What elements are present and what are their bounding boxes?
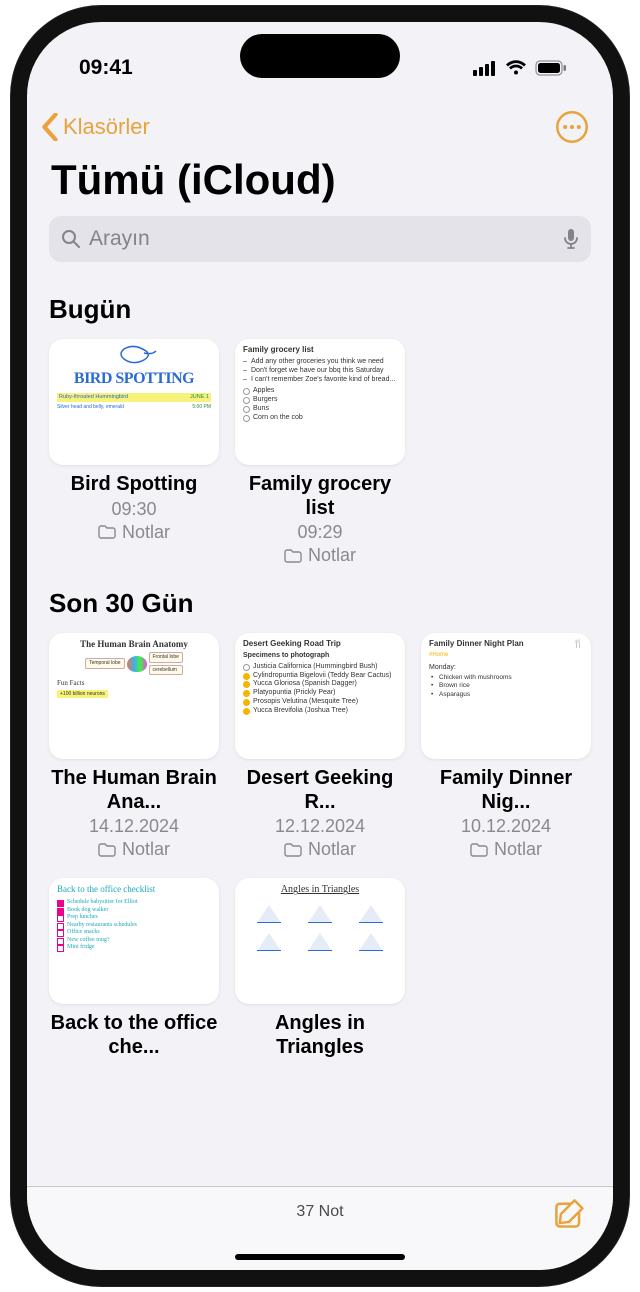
note-title: Bird Spotting <box>49 473 219 497</box>
note-time: 10.12.2024 <box>421 816 591 837</box>
note-title: Back to the office che... <box>49 1012 219 1059</box>
folder-icon <box>98 525 116 539</box>
note-thumbnail: Family grocery list Add any other grocer… <box>235 339 405 465</box>
navigation-bar: Klasörler <box>27 100 613 148</box>
search-placeholder: Arayın <box>89 227 555 251</box>
note-card[interactable]: Family grocery list Add any other grocer… <box>235 339 405 566</box>
triangle-illustration <box>257 905 281 923</box>
triangle-illustration <box>308 905 332 923</box>
note-time: 09:29 <box>235 522 405 543</box>
notes-count: 37 Not <box>296 1203 343 1221</box>
search-icon <box>61 229 81 249</box>
page-title: Tümü (iCloud) <box>27 148 613 216</box>
note-title: The Human Brain Ana... <box>49 767 219 814</box>
note-title: Desert Geeking R... <box>235 767 405 814</box>
note-thumbnail: Family Dinner Night Plan 🍴 #Home Monday:… <box>421 633 591 759</box>
triangle-illustration <box>359 905 383 923</box>
recipe-icon: 🍴 <box>573 639 583 649</box>
triangle-illustration <box>308 933 332 951</box>
home-indicator[interactable] <box>235 1254 405 1260</box>
note-thumbnail: Back to the office checklist Schedule ba… <box>49 878 219 1004</box>
note-card[interactable]: BIRD SPOTTING Ruby-throated HummingbirdJ… <box>49 339 219 566</box>
triangle-illustration <box>257 933 281 951</box>
folder-icon <box>98 843 116 857</box>
note-folder: Notlar <box>235 839 405 860</box>
screen: 09:41 Klasörler Tümü (iCloud) Arayın <box>27 22 613 1270</box>
triangle-illustration <box>359 933 383 951</box>
note-card[interactable]: The Human Brain Anatomy Temporal lobe Fr… <box>49 633 219 860</box>
chevron-left-icon <box>39 113 61 141</box>
note-time: 12.12.2024 <box>235 816 405 837</box>
cellular-icon <box>473 60 497 76</box>
note-folder: Notlar <box>235 545 405 566</box>
notes-scroll-area[interactable]: Bugün BIRD SPOTTING Ruby-throated Hummin… <box>27 272 613 1186</box>
back-button[interactable]: Klasörler <box>39 113 150 141</box>
wifi-icon <box>505 60 527 76</box>
status-icons <box>473 60 567 76</box>
dynamic-island <box>240 34 400 78</box>
brain-illustration <box>127 656 147 672</box>
note-card[interactable]: Back to the office checklist Schedule ba… <box>49 878 219 1059</box>
search-field[interactable]: Arayın <box>49 216 591 262</box>
note-folder: Notlar <box>49 839 219 860</box>
status-time: 09:41 <box>79 56 133 80</box>
compose-button[interactable] <box>553 1197 587 1231</box>
phone-frame: 09:41 Klasörler Tümü (iCloud) Arayın <box>11 6 629 1286</box>
last30-grid: The Human Brain Anatomy Temporal lobe Fr… <box>49 633 591 1059</box>
dictation-icon[interactable] <box>563 228 579 250</box>
bottom-toolbar: 37 Not <box>27 1186 613 1270</box>
section-heading-today: Bugün <box>49 294 591 325</box>
note-thumbnail: The Human Brain Anatomy Temporal lobe Fr… <box>49 633 219 759</box>
note-title: Family Dinner Nig... <box>421 767 591 814</box>
note-card[interactable]: Desert Geeking Road Trip Specimens to ph… <box>235 633 405 860</box>
note-card[interactable]: Family Dinner Night Plan 🍴 #Home Monday:… <box>421 633 591 860</box>
battery-icon <box>535 60 567 76</box>
note-title: Family grocery list <box>235 473 405 520</box>
note-thumbnail: BIRD SPOTTING Ruby-throated HummingbirdJ… <box>49 339 219 465</box>
folder-icon <box>470 843 488 857</box>
folder-icon <box>284 843 302 857</box>
note-thumbnail: Desert Geeking Road Trip Specimens to ph… <box>235 633 405 759</box>
back-label: Klasörler <box>63 114 150 140</box>
section-heading-last30: Son 30 Gün <box>49 588 591 619</box>
note-thumbnail: Angles in Triangles <box>235 878 405 1004</box>
folder-icon <box>284 549 302 563</box>
more-options-button[interactable] <box>555 110 589 144</box>
thumb-text: BIRD SPOTTING <box>57 369 211 389</box>
note-time: 09:30 <box>49 499 219 520</box>
note-folder: Notlar <box>49 522 219 543</box>
note-title: Angles in Triangles <box>235 1012 405 1059</box>
today-grid: BIRD SPOTTING Ruby-throated HummingbirdJ… <box>49 339 591 566</box>
note-time: 14.12.2024 <box>49 816 219 837</box>
note-folder: Notlar <box>421 839 591 860</box>
note-card[interactable]: Angles in Triangles Angles in Triangl <box>235 878 405 1059</box>
